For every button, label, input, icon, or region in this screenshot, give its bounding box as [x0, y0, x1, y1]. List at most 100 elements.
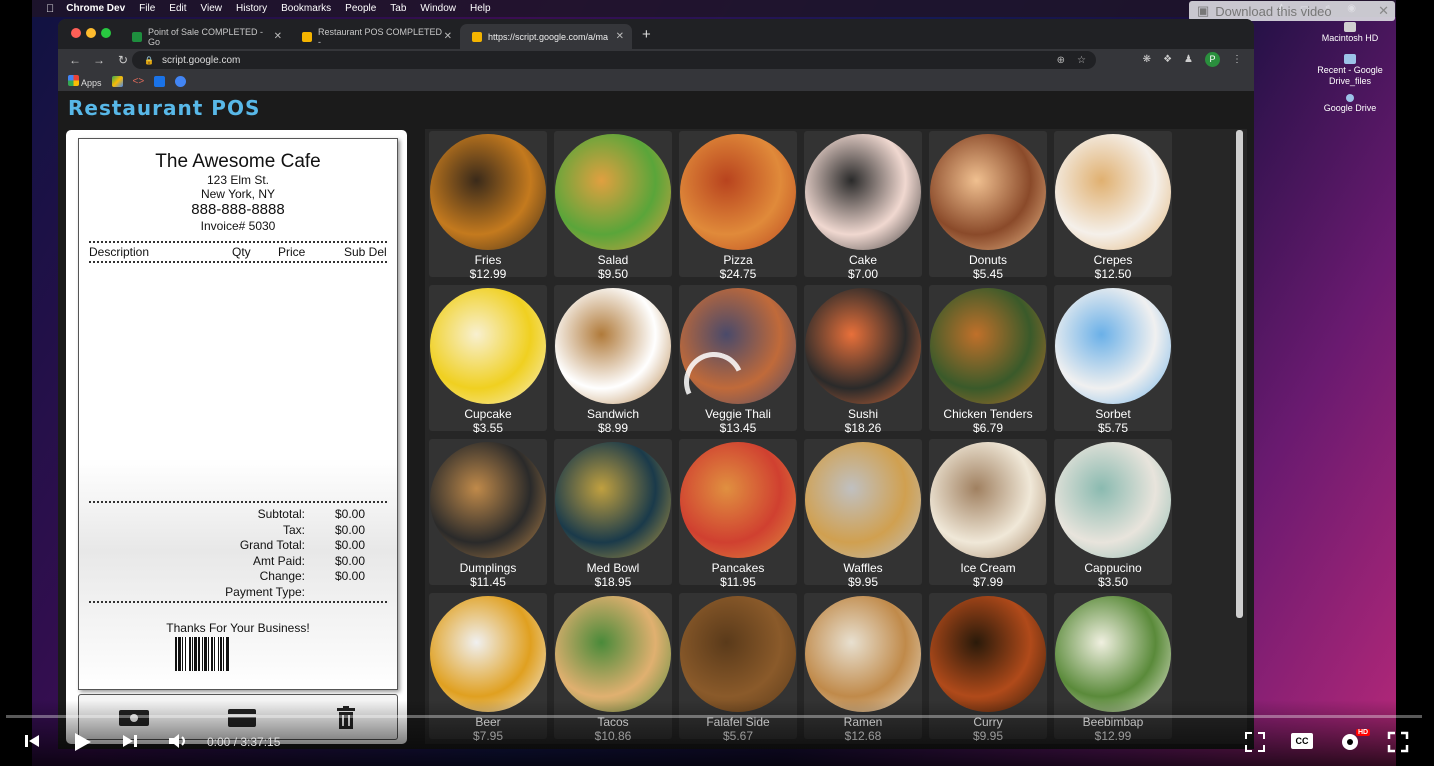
bookmark-label: Apps [81, 77, 102, 88]
menu-item-photo [680, 596, 796, 712]
menu-item-price: $24.75 [719, 267, 757, 281]
next-icon[interactable] [120, 731, 140, 751]
lock-icon[interactable]: 🔒 [144, 56, 154, 65]
desktop-icon-label: Macintosh HD [1321, 33, 1379, 43]
zoom-window-button[interactable] [101, 28, 111, 38]
play-icon[interactable] [70, 731, 94, 753]
address-bar[interactable]: 🔒 script.google.com ⊕ ☆ [132, 51, 1096, 69]
menu-item-salad[interactable]: Salad $9.50 [554, 131, 672, 281]
address-text: script.google.com [161, 54, 241, 66]
tab-close-icon[interactable]: ✕ [616, 31, 624, 42]
menu-tab[interactable]: Tab [390, 3, 406, 14]
menu-item-name: Sorbet [1095, 407, 1131, 421]
menu-view[interactable]: View [201, 3, 223, 14]
menu-item-photo [930, 288, 1046, 404]
menu-item-donuts[interactable]: Donuts $5.45 [929, 131, 1047, 281]
tab-point-of-sale[interactable]: Point of Sale COMPLETED - Go ✕ [120, 24, 290, 49]
menu-window[interactable]: Window [420, 3, 456, 14]
minimize-window-button[interactable] [86, 28, 96, 38]
tab-script-url[interactable]: https://script.google.com/a/ma ✕ [460, 24, 632, 49]
menu-item-photo [1055, 596, 1171, 712]
forward-icon[interactable]: → [92, 53, 106, 67]
close-icon[interactable]: ✕ [1378, 3, 1389, 19]
f-icon[interactable] [175, 75, 187, 87]
bookmark-apps[interactable]: Apps [68, 74, 102, 88]
tab-restaurant-pos[interactable]: Restaurant POS COMPLETED - ✕ [290, 24, 460, 49]
menu-item-sushi[interactable]: Sushi $18.26 [804, 285, 922, 435]
menu-item-waffles[interactable]: Waffles $9.95 [804, 439, 922, 589]
invoice-number: Invoice# 5030 [200, 219, 276, 233]
volume-icon[interactable] [167, 731, 189, 751]
menu-item-sorbet[interactable]: Sorbet $5.75 [1054, 285, 1172, 435]
disk-icon [1344, 22, 1356, 32]
menu-item-photo [680, 134, 796, 250]
menu-item-cupcake[interactable]: Cupcake $3.55 [429, 285, 547, 435]
folder-icon [1344, 54, 1356, 64]
menu-item-dumplings[interactable]: Dumplings $11.45 [429, 439, 547, 589]
cafe-address-line1: 123 Elm St. [206, 173, 270, 187]
menu-item-price: $9.50 [597, 267, 629, 281]
fullscreen-icon[interactable] [1387, 731, 1409, 753]
menu-item-ice-cream[interactable]: Ice Cream $7.99 [929, 439, 1047, 589]
miniplayer-icon[interactable] [1244, 731, 1266, 753]
menu-item-photo [930, 442, 1046, 558]
barcode [175, 637, 295, 671]
person-icon[interactable]: ♟ [1184, 54, 1193, 65]
menu-item-photo [930, 134, 1046, 250]
menu-item-cake[interactable]: Cake $7.00 [804, 131, 922, 281]
menu-scrollbar[interactable] [1236, 130, 1243, 618]
menu-item-sandwich[interactable]: Sandwich $8.99 [554, 285, 672, 435]
puzzle-icon[interactable]: ❖ [1163, 54, 1172, 65]
menu-item-name: Cake [848, 253, 877, 267]
tax-value: $0.00 [335, 523, 366, 537]
menubar-app-name[interactable]: Chrome Dev [66, 3, 125, 14]
menu-help[interactable]: Help [470, 3, 491, 14]
desktop-icon-recent-drive[interactable]: Recent - Google Drive_files [1310, 54, 1390, 87]
reload-icon[interactable]: ↻ [116, 53, 130, 67]
code-icon[interactable]: <> [133, 76, 145, 87]
back-icon[interactable]: ← [68, 53, 82, 67]
menu-people[interactable]: People [345, 3, 376, 14]
desktop-icon-macintosh-hd[interactable]: Macintosh HD [1310, 22, 1390, 44]
tab-close-icon[interactable]: ✕ [274, 31, 282, 42]
kebab-menu-icon[interactable]: ⋮ [1232, 54, 1242, 65]
tab-title: Point of Sale COMPLETED - Go [148, 26, 264, 47]
menu-item-name: Donuts [968, 253, 1008, 267]
hd-badge: HD [1356, 729, 1371, 736]
menu-item-photo [680, 442, 796, 558]
menu-item-crepes[interactable]: Crepes $12.50 [1054, 131, 1172, 281]
drive-icon[interactable] [111, 75, 123, 87]
bookmark-star-icon[interactable]: ☆ [1077, 55, 1086, 66]
download-video-button[interactable]: ▣ Download this video ✕ [1189, 1, 1395, 21]
captions-icon[interactable]: CC [1291, 733, 1313, 749]
receipt-divider [89, 261, 387, 263]
menu-item-photo [430, 288, 546, 404]
video-progress-bar[interactable] [6, 715, 1422, 718]
menu-item-pancakes[interactable]: Pancakes $11.95 [679, 439, 797, 589]
tab-close-icon[interactable]: ✕ [444, 31, 452, 42]
sheets-icon [132, 31, 142, 42]
new-tab-icon[interactable]: + [642, 26, 651, 43]
tab-strip: Point of Sale COMPLETED - Go ✕ Restauran… [58, 19, 1254, 49]
menu-item-med-bowl[interactable]: Med Bowl $18.95 [554, 439, 672, 589]
menu-item-pizza[interactable]: Pizza $24.75 [679, 131, 797, 281]
menu-edit[interactable]: Edit [169, 3, 186, 14]
apple-icon[interactable]:  [46, 3, 54, 15]
extension-icon[interactable]: ❋ [1143, 54, 1151, 65]
grand-total-value: $0.00 [335, 538, 366, 552]
menu-file[interactable]: File [139, 3, 155, 14]
close-window-button[interactable] [71, 28, 81, 38]
payment-type-label: Payment Type: [225, 585, 305, 599]
zoom-icon[interactable]: ⊕ [1057, 55, 1065, 66]
menu-bookmarks[interactable]: Bookmarks [281, 3, 331, 14]
desktop-icon-google-drive[interactable]: Google Drive [1310, 94, 1390, 114]
menu-history[interactable]: History [236, 3, 267, 14]
profile-avatar[interactable]: P [1205, 52, 1220, 67]
tab-title: Restaurant POS COMPLETED - [318, 26, 443, 47]
flag-icon[interactable] [154, 75, 166, 87]
menu-item-chicken-tenders[interactable]: Chicken Tenders $6.79 [929, 285, 1047, 435]
prev-icon[interactable] [22, 731, 42, 751]
bookmarks-bar: Apps <> [58, 71, 1254, 91]
menu-item-fries[interactable]: Fries $12.99 [429, 131, 547, 281]
menu-item-cappucino[interactable]: Cappucino $3.50 [1054, 439, 1172, 589]
